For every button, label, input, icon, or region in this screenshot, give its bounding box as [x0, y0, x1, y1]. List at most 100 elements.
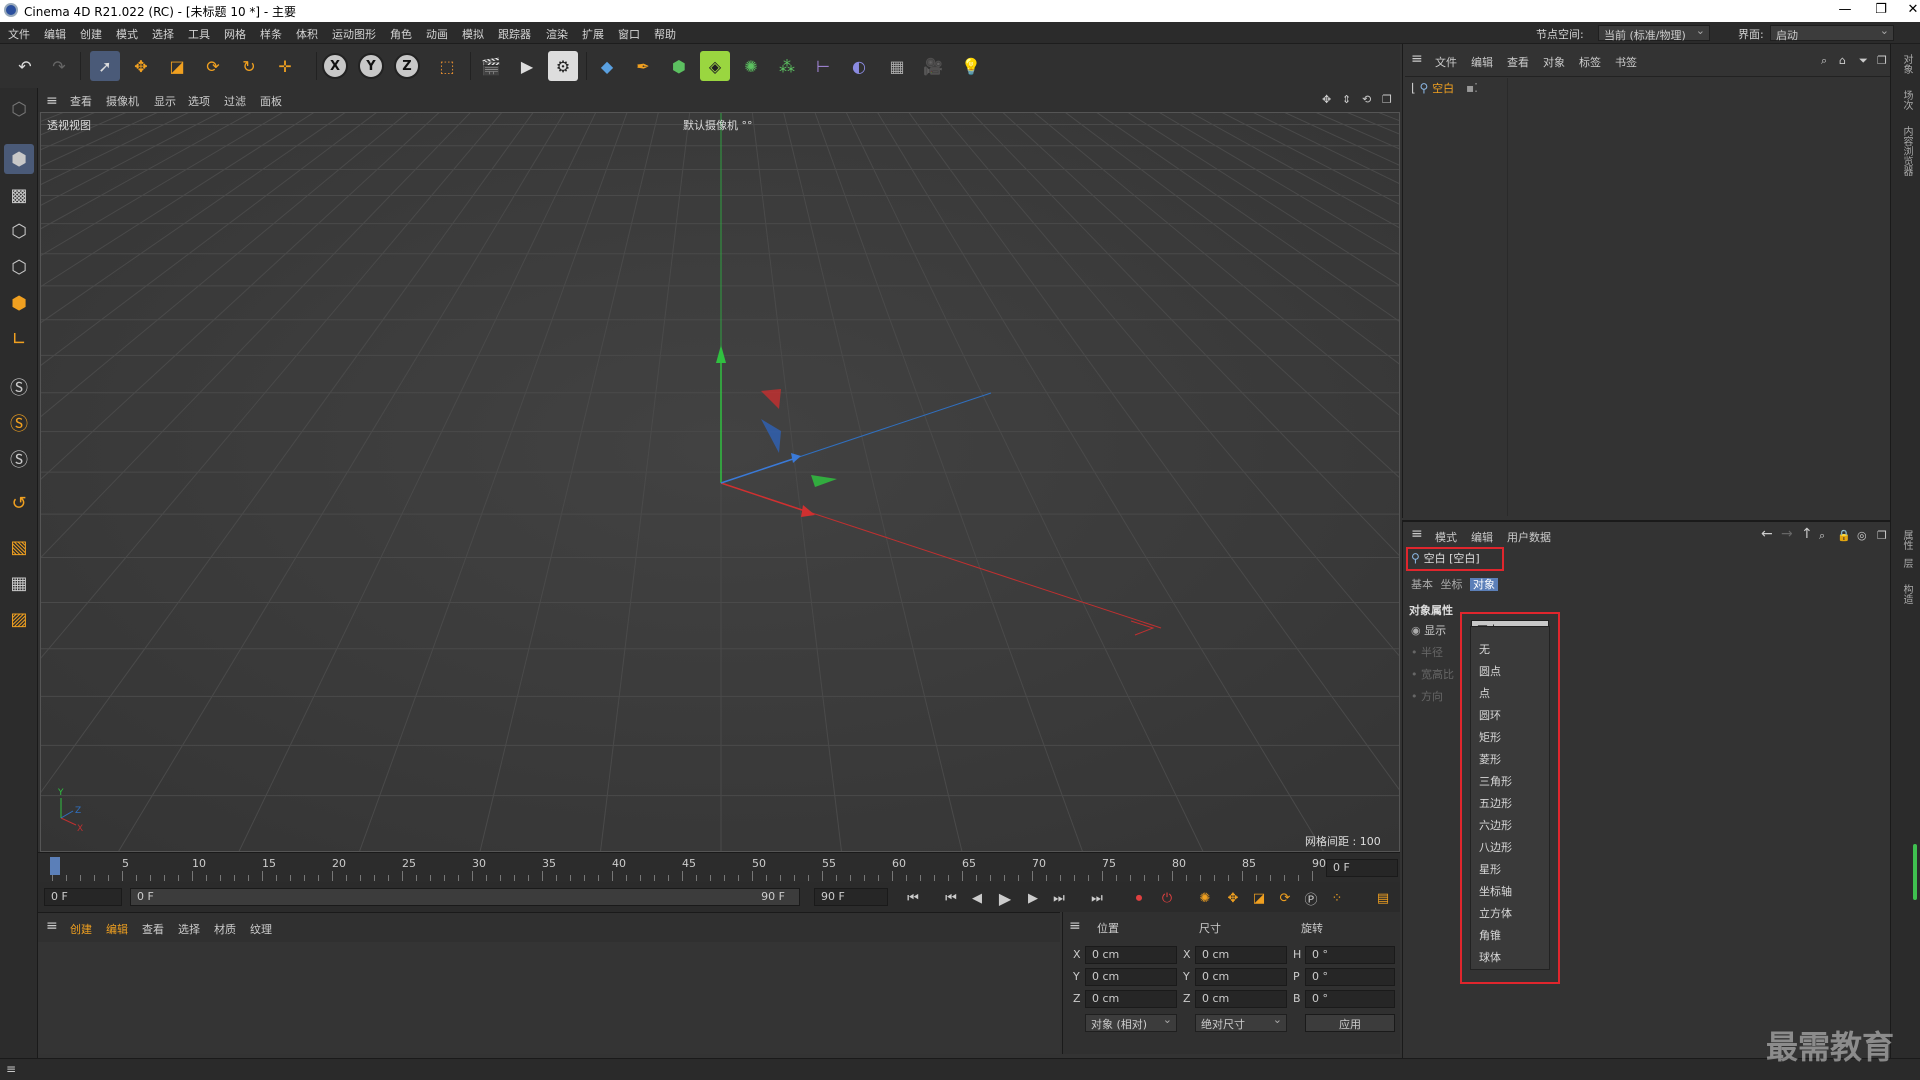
add-tool-icon[interactable]: ✛ [270, 51, 300, 81]
side-tab-takes[interactable]: 场次 [1899, 90, 1914, 110]
cloner-icon[interactable]: ✺ [736, 51, 766, 81]
minimize-button[interactable]: — [1830, 2, 1860, 20]
key-rotation-icon[interactable]: ⟳ [1274, 888, 1296, 908]
pos-y-field[interactable]: 0 cm [1085, 968, 1177, 986]
select-tool-icon[interactable]: ➚ [90, 51, 120, 81]
menu-mode[interactable]: 模式 [116, 26, 138, 42]
am-forward-icon[interactable]: → [1781, 526, 1793, 542]
range-slider[interactable]: 0 F 90 F [130, 888, 800, 906]
menu-volume[interactable]: 体积 [296, 26, 318, 42]
polygons-mode-icon[interactable]: ⬢ [4, 288, 34, 318]
keyframe-selection-icon[interactable]: ✺ [1194, 888, 1216, 908]
material-menu-icon[interactable]: ≡ [46, 918, 58, 934]
viewport-menu-display[interactable]: 显示 [154, 93, 176, 109]
side-tab-layers[interactable]: 层 [1899, 558, 1914, 568]
redo-icon[interactable]: ↷ [44, 51, 74, 81]
edges-mode-icon[interactable]: ⬡ [4, 252, 34, 282]
next-frame-icon[interactable]: ▶ [1022, 888, 1044, 908]
playhead[interactable] [50, 857, 60, 875]
axis-mode-icon[interactable]: ∟ [4, 324, 34, 354]
menu-tracker[interactable]: 跟踪器 [498, 26, 531, 42]
material-menu-material[interactable]: 材质 [214, 921, 236, 937]
scroll-indicator[interactable] [1913, 844, 1917, 900]
material-menu-select[interactable]: 选择 [178, 921, 200, 937]
spline-pen-icon[interactable]: ✒ [628, 51, 658, 81]
viewport-menu-filter[interactable]: 过滤 [224, 93, 246, 109]
material-menu-create[interactable]: 创建 [70, 921, 92, 937]
perspective-viewport[interactable]: Y X Z 透视视图 默认摄像机 °° 网格间距 : 100 cm [40, 112, 1400, 852]
coord-mode-select[interactable]: 对象 (相对) [1085, 1013, 1177, 1032]
undo-icon[interactable]: ↶ [10, 51, 40, 81]
render-view-icon[interactable]: 🎬 [476, 51, 506, 81]
interface-select[interactable]: 启动 [1770, 24, 1894, 42]
om-menu-file[interactable]: 文件 [1435, 54, 1457, 70]
om-new-window-icon[interactable]: ❐ [1877, 54, 1887, 67]
rot-b-field[interactable]: 0 ° [1305, 990, 1395, 1008]
object-row-null[interactable]: ⌊ ⚲ 空白 ▪⁚ [1411, 80, 1478, 96]
size-z-field[interactable]: 0 cm [1195, 990, 1287, 1008]
menu-spline[interactable]: 样条 [260, 26, 282, 42]
x-axis-lock-icon[interactable]: X [322, 53, 348, 79]
field-icon[interactable]: ◐ [844, 51, 874, 81]
timeline-window-icon[interactable]: ▤ [1372, 888, 1394, 908]
am-menu-userdata[interactable]: 用户数据 [1507, 529, 1551, 545]
render-settings-icon[interactable]: ⚙ [548, 51, 578, 81]
viewport-menu-cameras[interactable]: 摄像机 [106, 93, 139, 109]
snap-icon[interactable]: Ⓢ [4, 372, 34, 402]
menu-window[interactable]: 窗口 [618, 26, 640, 42]
animation-dot-icon[interactable]: • [1411, 690, 1418, 703]
camera-icon[interactable]: 🎥 [918, 51, 948, 81]
material-menu-texture[interactable]: 纹理 [250, 921, 272, 937]
menu-render[interactable]: 渲染 [546, 26, 568, 42]
menu-mograph[interactable]: 运动图形 [332, 26, 376, 42]
mograph-icon[interactable]: ⁂ [772, 51, 802, 81]
key-position-icon[interactable]: ✥ [1222, 888, 1244, 908]
am-search-icon[interactable]: ⌕ [1819, 529, 1825, 543]
am-target-icon[interactable]: ◎ [1857, 529, 1867, 542]
viewport-rotate-icon[interactable]: ⟲ [1362, 93, 1371, 106]
quantize-icon[interactable]: Ⓢ [4, 444, 34, 474]
y-axis-lock-icon[interactable]: Y [358, 53, 384, 79]
attribute-manager-menu-icon[interactable]: ≡ [1411, 526, 1423, 542]
object-name[interactable]: 空白 [1432, 82, 1454, 95]
om-menu-objects[interactable]: 对象 [1543, 54, 1565, 70]
tab-object[interactable]: 对象 [1470, 578, 1498, 591]
am-lock-icon[interactable]: 🔒 [1837, 529, 1851, 542]
points-mode-icon[interactable]: ⬡ [4, 216, 34, 246]
pos-z-field[interactable]: 0 cm [1085, 990, 1177, 1008]
coordinate-system-icon[interactable]: ⬚ [432, 51, 462, 81]
viewport-menu-view[interactable]: 查看 [70, 93, 92, 109]
z-axis-lock-icon[interactable]: Z [394, 53, 420, 79]
key-scale-icon[interactable]: ◪ [1248, 888, 1270, 908]
tab-coordinates[interactable]: 坐标 [1441, 578, 1463, 591]
start-frame-field[interactable]: 0 F [44, 888, 122, 906]
coord-menu-icon[interactable]: ≡ [1069, 918, 1081, 934]
viewport-pan-icon[interactable]: ✥ [1322, 93, 1331, 106]
menu-simulate[interactable]: 模拟 [462, 26, 484, 42]
size-y-field[interactable]: 0 cm [1195, 968, 1287, 986]
menu-character[interactable]: 角色 [390, 26, 412, 42]
menu-help[interactable]: 帮助 [654, 26, 676, 42]
rot-p-field[interactable]: 0 ° [1305, 968, 1395, 986]
floor-icon[interactable]: ▦ [882, 51, 912, 81]
viewport-menu-options[interactable]: 选项 [188, 93, 210, 109]
record-active-icon[interactable]: ⏺ [1128, 888, 1150, 908]
snap-settings-icon[interactable]: Ⓢ [4, 408, 34, 438]
model-mode-icon[interactable]: ⬢ [4, 144, 34, 174]
texture-mode-icon[interactable]: ▩ [4, 180, 34, 210]
status-menu-icon[interactable]: ≡ [6, 1062, 16, 1076]
viewport-zoom-icon[interactable]: ⇕ [1342, 93, 1351, 106]
scale-tool-icon[interactable]: ◪ [162, 51, 192, 81]
side-tab-structure[interactable]: 构造 [1899, 584, 1914, 604]
cube-primitive-icon[interactable]: ◆ [592, 51, 622, 81]
make-editable-icon[interactable]: ⬡ [4, 94, 34, 124]
timeline-ruler[interactable]: 051015202530354045505560657075808590 0 F [38, 852, 1400, 882]
key-pla-icon[interactable]: ⁘ [1326, 888, 1348, 908]
goto-start-icon[interactable]: ⏮ [902, 888, 924, 908]
viewport-menu-icon[interactable]: ≡ [46, 93, 58, 109]
menu-create[interactable]: 创建 [80, 26, 102, 42]
planar-workplane-icon[interactable]: ▨ [4, 604, 34, 634]
om-menu-bookmarks[interactable]: 书签 [1615, 54, 1637, 70]
menu-tools[interactable]: 工具 [188, 26, 210, 42]
am-up-icon[interactable]: ↑ [1801, 526, 1813, 542]
